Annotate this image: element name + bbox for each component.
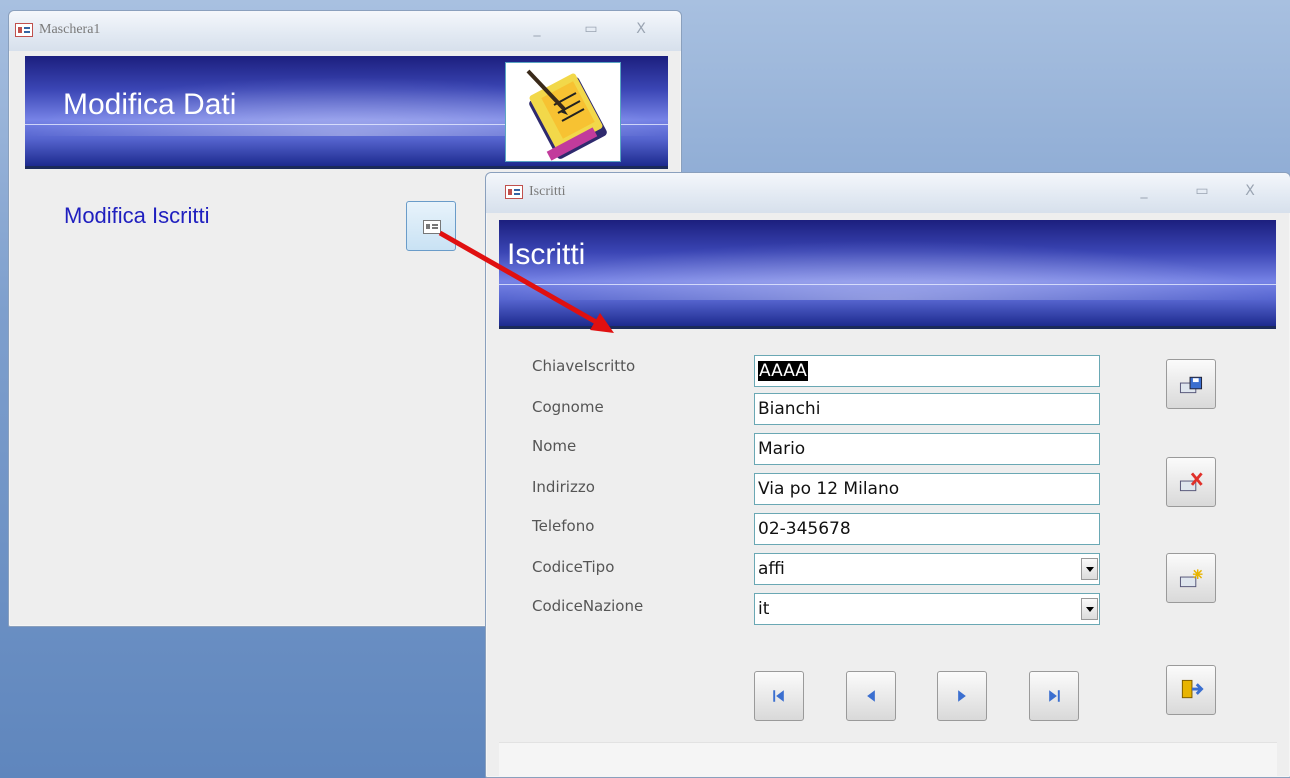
iscritti-title: Iscritti bbox=[529, 184, 566, 199]
indirizzo-input[interactable]: Via po 12 Milano bbox=[754, 473, 1100, 505]
chiaveiscritto-input[interactable]: AAAA bbox=[754, 355, 1100, 387]
telefono-input[interactable]: 02-345678 bbox=[754, 513, 1100, 545]
minimize-button[interactable]: _ bbox=[1128, 179, 1160, 203]
new-record-button[interactable] bbox=[1166, 553, 1216, 603]
previous-record-icon bbox=[867, 690, 875, 702]
chevron-down-icon[interactable] bbox=[1081, 598, 1098, 620]
maschera1-banner: Modifica Dati bbox=[25, 56, 668, 169]
field-label-chiaveiscritto: ChiaveIscritto bbox=[532, 357, 636, 375]
next-record-button[interactable] bbox=[937, 671, 987, 721]
save-record-button[interactable] bbox=[1166, 359, 1216, 409]
codicenazione-select[interactable]: it bbox=[754, 593, 1100, 625]
form-icon bbox=[505, 185, 523, 199]
last-record-button[interactable] bbox=[1029, 671, 1079, 721]
iscritti-window: Iscritti _ ▭ X Iscritti ChiaveIscritto A… bbox=[485, 172, 1290, 778]
iscritti-banner: Iscritti bbox=[499, 220, 1276, 329]
delete-record-button[interactable] bbox=[1166, 457, 1216, 507]
last-record-icon bbox=[1049, 690, 1060, 702]
next-record-icon bbox=[958, 690, 966, 702]
nome-input[interactable]: Mario bbox=[754, 433, 1100, 465]
banner-title: Modifica Dati bbox=[63, 88, 237, 121]
first-record-button[interactable] bbox=[754, 671, 804, 721]
field-label-codicenazione: CodiceNazione bbox=[532, 597, 644, 615]
new-record-icon bbox=[1179, 569, 1203, 588]
clipboard-image bbox=[505, 62, 621, 162]
codicetipo-select[interactable]: affi bbox=[754, 553, 1100, 585]
maximize-button[interactable]: ▭ bbox=[575, 17, 607, 41]
exit-door-icon bbox=[1181, 679, 1204, 699]
maschera1-titlebar[interactable]: Maschera1 _ ▭ X bbox=[9, 11, 681, 51]
chevron-down-icon[interactable] bbox=[1081, 558, 1098, 580]
modifica-iscritti-label: Modifica Iscritti bbox=[64, 203, 210, 228]
form-icon bbox=[15, 23, 33, 37]
form-icon bbox=[423, 220, 441, 234]
save-record-icon bbox=[1179, 376, 1203, 394]
maximize-button[interactable]: ▭ bbox=[1186, 179, 1218, 203]
field-label-cognome: Cognome bbox=[532, 398, 604, 416]
delete-record-icon bbox=[1179, 472, 1203, 492]
previous-record-button[interactable] bbox=[846, 671, 896, 721]
iscritti-titlebar[interactable]: Iscritti _ ▭ X bbox=[486, 173, 1290, 213]
field-label-indirizzo: Indirizzo bbox=[532, 478, 595, 496]
fields-area: ChiaveIscritto AAAA Cognome Bianchi Nome… bbox=[532, 353, 1132, 653]
close-button[interactable]: X bbox=[1234, 179, 1266, 203]
cognome-input[interactable]: Bianchi bbox=[754, 393, 1100, 425]
status-strip bbox=[499, 742, 1277, 777]
maschera1-title: Maschera1 bbox=[39, 22, 101, 37]
field-label-telefono: Telefono bbox=[532, 517, 595, 535]
field-label-codicetipo: CodiceTipo bbox=[532, 558, 615, 576]
close-form-button[interactable] bbox=[1166, 665, 1216, 715]
banner-title: Iscritti bbox=[507, 238, 586, 271]
field-label-nome: Nome bbox=[532, 437, 577, 455]
open-form-button[interactable] bbox=[406, 201, 456, 251]
minimize-button[interactable]: _ bbox=[521, 17, 553, 41]
close-button[interactable]: X bbox=[625, 17, 657, 41]
first-record-icon bbox=[773, 690, 784, 702]
